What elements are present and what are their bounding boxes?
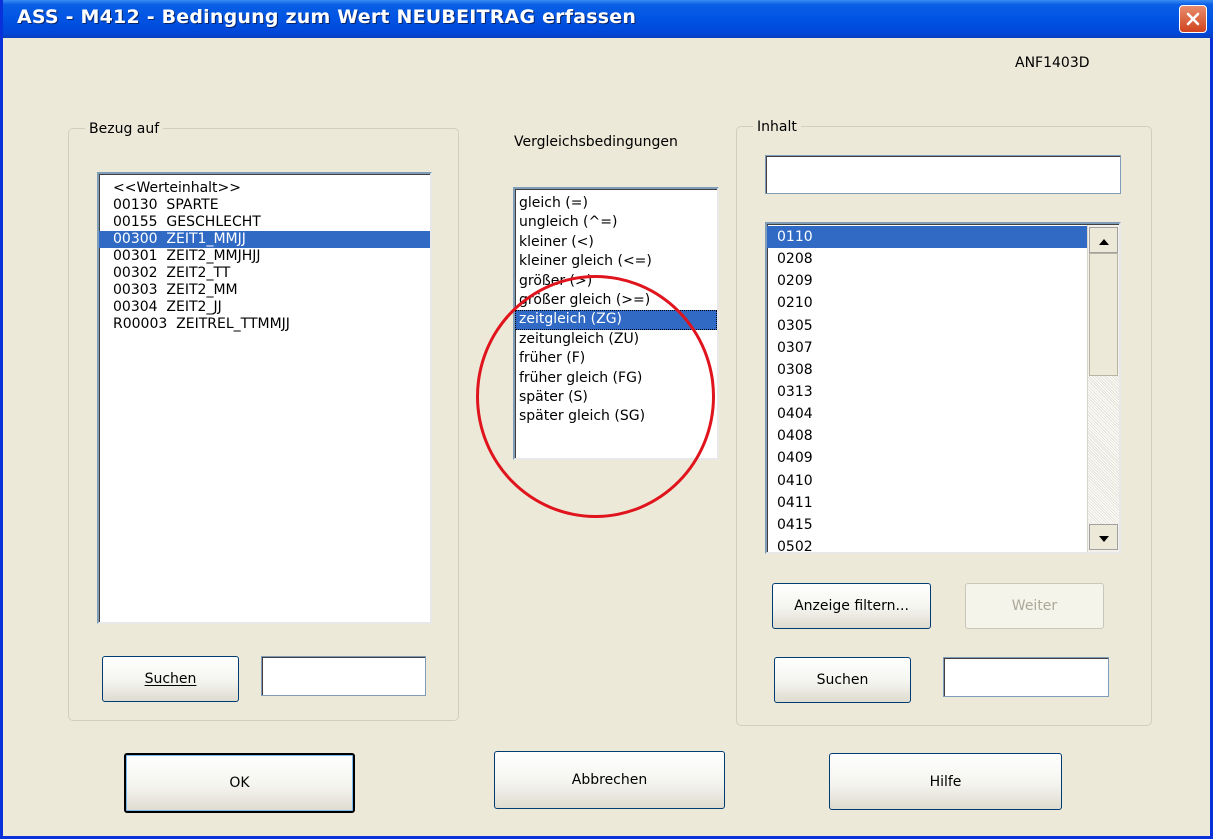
inhalt-list-item[interactable]: 0209 <box>767 270 1119 292</box>
bezug-list-item[interactable]: R00003 ZEITREL_TTMMJJ <box>99 316 430 333</box>
scroll-down-icon <box>1098 528 1110 547</box>
inhalt-list-item[interactable]: 0502 <box>767 536 1119 552</box>
inhalt-list-item[interactable]: 0409 <box>767 447 1119 469</box>
inhalt-list-item[interactable]: 0208 <box>767 248 1119 270</box>
title-bar[interactable]: ASS - M412 - Bedingung zum Wert NEUBEITR… <box>3 0 1213 38</box>
bezug-list-item[interactable]: 00302 ZEIT2_TT <box>99 265 430 282</box>
vergleich-list-item[interactable]: kleiner gleich (<=) <box>515 252 717 271</box>
inhalt-list-item[interactable]: 0404 <box>767 403 1119 425</box>
bezug-list-item[interactable]: <<Werteinhalt>> <box>99 180 430 197</box>
vergleich-list-item[interactable]: später (S) <box>515 388 717 407</box>
inhalt-list-item[interactable]: 0415 <box>767 514 1119 536</box>
vergleich-list-item[interactable]: später gleich (SG) <box>515 407 717 426</box>
bezug-search-button[interactable]: Suchen <box>102 656 239 702</box>
vergleich-list-item[interactable]: größer gleich (>=) <box>515 291 717 310</box>
inhalt-list-item[interactable]: 0408 <box>767 425 1119 447</box>
window-title: ASS - M412 - Bedingung zum Wert NEUBEITR… <box>17 6 637 28</box>
bezug-list-item[interactable]: 00130 SPARTE <box>99 197 430 214</box>
inhalt-list-item[interactable]: 0313 <box>767 381 1119 403</box>
inhalt-search-button[interactable]: Suchen <box>774 657 911 703</box>
dialog-window: ASS - M412 - Bedingung zum Wert NEUBEITR… <box>0 0 1213 839</box>
inhalt-list-item[interactable]: 0411 <box>767 492 1119 514</box>
vergleich-list-item[interactable]: kleiner (<) <box>515 233 717 252</box>
bezug-listbox[interactable]: <<Werteinhalt>> 00130 SPARTE 00155 GESCHLE… <box>97 172 432 624</box>
bezug-list-item[interactable]: 00303 ZEIT2_MM <box>99 282 430 299</box>
inhalt-list-item[interactable]: 0307 <box>767 337 1119 359</box>
scroll-up-icon <box>1098 231 1110 250</box>
inhalt-listbox[interactable]: 0110 0208 0209 0210 0305 0307 0308 0313 0404 0408… <box>765 222 1121 554</box>
vergleich-list-item[interactable]: gleich (=) <box>515 194 717 213</box>
vergleich-list-item[interactable]: früher (F) <box>515 349 717 368</box>
inhalt-list-item[interactable]: 0110 <box>767 226 1119 249</box>
vergleich-label: Vergleichsbedingungen <box>514 134 678 150</box>
vergleich-list-item[interactable]: zeitungleich (ZU) <box>515 330 717 349</box>
inhalt-legend: Inhalt <box>753 119 801 135</box>
inhalt-scrollbar[interactable] <box>1087 225 1119 552</box>
inhalt-list-item[interactable]: 0305 <box>767 315 1119 337</box>
vergleich-list-item[interactable]: größer (>) <box>515 272 717 291</box>
scroll-thumb[interactable] <box>1089 253 1118 376</box>
scroll-down-button[interactable] <box>1089 524 1118 550</box>
ok-button[interactable]: OK <box>124 753 355 813</box>
scroll-up-button[interactable] <box>1089 227 1118 253</box>
inhalt-search-field[interactable] <box>943 657 1109 697</box>
bezug-list-item[interactable]: 00300 ZEIT1_MMJJ <box>99 231 430 248</box>
bezug-list-item[interactable]: 00304 ZEIT2_JJ <box>99 299 430 316</box>
vergleich-listbox[interactable]: gleich (=) ungleich (^=) kleiner (<) kleine… <box>513 187 719 460</box>
close-button[interactable] <box>1179 5 1207 33</box>
scroll-track[interactable] <box>1088 376 1119 524</box>
inhalt-list-item[interactable]: 0210 <box>767 292 1119 314</box>
bezug-list-item[interactable]: 00301 ZEIT2_MMJHJJ <box>99 248 430 265</box>
bezug-search-field[interactable] <box>261 656 426 696</box>
form-code: ANF1403D <box>1015 55 1090 71</box>
bezug-legend: Bezug auf <box>85 121 164 137</box>
help-button[interactable]: Hilfe <box>829 753 1062 810</box>
filter-button[interactable]: Anzeige filtern... <box>772 583 931 629</box>
vergleich-list-item[interactable]: zeitgleich (ZG) <box>515 310 717 330</box>
vergleich-list-item[interactable]: ungleich (^=) <box>515 213 717 232</box>
cancel-button[interactable]: Abbrechen <box>494 751 725 809</box>
inhalt-list-item[interactable]: 0308 <box>767 359 1119 381</box>
inhalt-field[interactable] <box>765 155 1121 194</box>
vergleich-list-item[interactable]: früher gleich (FG) <box>515 369 717 388</box>
bezug-list-item[interactable]: 00155 GESCHLECHT <box>99 214 430 231</box>
inhalt-list-item[interactable]: 0410 <box>767 470 1119 492</box>
weiter-button[interactable]: Weiter <box>965 583 1104 629</box>
